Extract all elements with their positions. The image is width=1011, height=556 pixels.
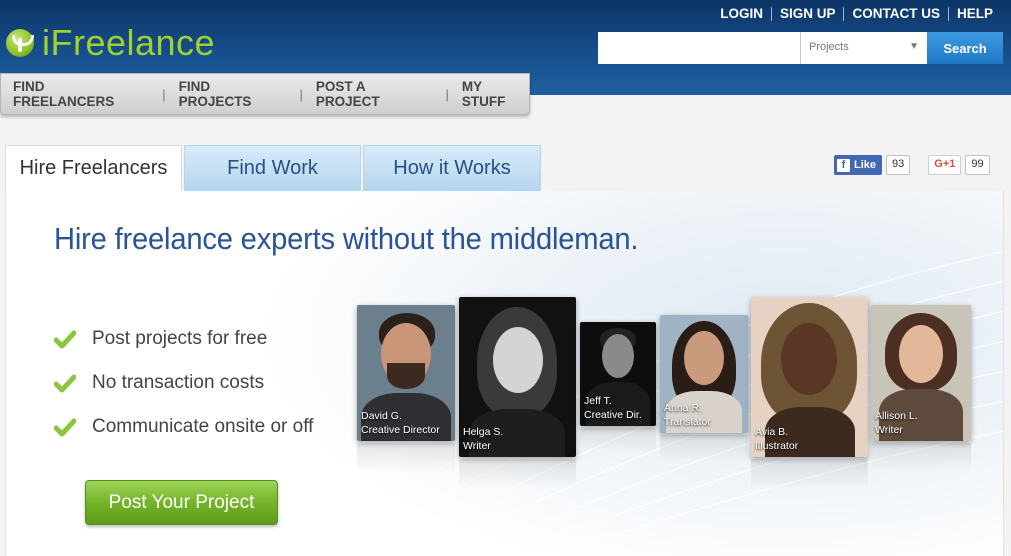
- nav-separator: |: [445, 86, 449, 102]
- freelancer-role: Illustrator: [755, 440, 799, 452]
- freelancer-role: Writer: [875, 424, 903, 436]
- portrait-face: [899, 325, 943, 383]
- freelancer-card[interactable]: David G. Creative Director: [357, 305, 455, 441]
- portrait-beard: [387, 363, 425, 389]
- google-plus-button[interactable]: G+1: [928, 155, 962, 175]
- hero-panel: Hire freelance experts without the middl…: [5, 191, 1004, 556]
- freelancer-name: Jeff T.: [584, 395, 612, 407]
- checkmark-icon: [54, 330, 76, 349]
- facebook-like-button[interactable]: f Like: [834, 155, 883, 175]
- dropdown-caret-icon: ▼: [909, 41, 919, 52]
- tab-hire-freelancers[interactable]: Hire Freelancers: [5, 145, 182, 191]
- signup-link[interactable]: SIGN UP: [772, 6, 844, 21]
- search-category-value: Projects: [809, 41, 849, 53]
- login-link[interactable]: LOGIN: [712, 6, 771, 21]
- help-link[interactable]: HELP: [949, 6, 1001, 21]
- logo-mark-icon: [6, 29, 34, 57]
- freelancer-card[interactable]: Allison L. Writer: [871, 305, 971, 441]
- social-buttons: f Like 93 G+1 99: [834, 155, 990, 175]
- top-links: LOGIN SIGN UP CONTACT US HELP: [712, 6, 1001, 21]
- brand-name: iFreelance: [42, 22, 216, 63]
- freelancer-caption: Avia B. Illustrator: [755, 425, 798, 453]
- nav-my-stuff[interactable]: MY STUFF: [462, 79, 529, 109]
- feature-label: Communicate onsite or off: [92, 416, 314, 437]
- freelancer-caption: Helga S. Writer: [463, 425, 503, 453]
- freelancer-name: David G.: [361, 410, 402, 422]
- freelancer-caption: David G. Creative Director: [361, 409, 440, 437]
- portrait-reflection: [871, 443, 971, 471]
- freelancer-card[interactable]: Avia B. Illustrator: [751, 297, 868, 457]
- freelancer-card[interactable]: Helga S. Writer: [459, 297, 576, 457]
- search-category-select[interactable]: Projects ▼: [800, 32, 927, 64]
- freelancer-name: Anna R.: [664, 402, 702, 414]
- freelancer-caption: Anna R. Translator: [664, 401, 711, 429]
- freelancer-name: Avia B.: [755, 426, 789, 438]
- portrait-reflection: [459, 459, 576, 489]
- portrait-reflection: [751, 459, 868, 489]
- feature-list: Post projects for free No transaction co…: [54, 317, 313, 449]
- portrait-face: [684, 331, 724, 385]
- portrait-reflection: [660, 435, 748, 461]
- search-bar: Projects ▼ Search: [598, 32, 1003, 64]
- nav-find-freelancers[interactable]: FIND FREELANCERS: [13, 79, 149, 109]
- search-button[interactable]: Search: [927, 32, 1003, 64]
- freelancer-role: Translator: [664, 416, 711, 428]
- portrait-face: [602, 334, 634, 378]
- tab-find-work[interactable]: Find Work: [184, 145, 361, 191]
- contact-link[interactable]: CONTACT US: [844, 6, 948, 21]
- nav-separator: |: [299, 86, 303, 102]
- feature-label: No transaction costs: [92, 372, 265, 393]
- tab-how-it-works[interactable]: How it Works: [363, 145, 541, 191]
- freelancer-caption: Allison L. Writer: [875, 409, 918, 437]
- nav-separator: |: [162, 86, 166, 102]
- like-label: Like: [854, 159, 877, 171]
- main-nav: FIND FREELANCERS | FIND PROJECTS | POST …: [0, 73, 530, 115]
- freelancer-card[interactable]: Anna R. Translator: [660, 315, 748, 433]
- feature-item: Post projects for free: [54, 317, 313, 361]
- checkmark-icon: [54, 418, 76, 437]
- nav-find-projects[interactable]: FIND PROJECTS: [179, 79, 287, 109]
- portrait-reflection: [580, 428, 656, 452]
- portrait-face: [781, 323, 837, 395]
- hero-tabs: Hire Freelancers Find Work How it Works: [5, 145, 543, 191]
- freelancer-name: Helga S.: [463, 426, 504, 438]
- portrait-face: [493, 327, 543, 393]
- freelancer-name: Allison L.: [875, 410, 918, 422]
- hero-headline: Hire freelance experts without the middl…: [54, 221, 639, 256]
- feature-label: Post projects for free: [92, 328, 268, 349]
- post-your-project-button[interactable]: Post Your Project: [85, 480, 278, 525]
- freelancer-role: Creative Director: [361, 424, 440, 436]
- feature-item: Communicate onsite or off: [54, 405, 313, 449]
- like-count: 93: [886, 155, 911, 175]
- freelancer-role: Creative Dir.: [584, 409, 642, 421]
- freelancer-role: Writer: [463, 440, 491, 452]
- facebook-icon: f: [837, 158, 850, 172]
- checkmark-icon: [54, 374, 76, 393]
- search-input[interactable]: [598, 32, 800, 64]
- freelancer-card[interactable]: Jeff T. Creative Dir.: [580, 322, 656, 426]
- gplus-count: 99: [965, 155, 990, 175]
- feature-item: No transaction costs: [54, 361, 313, 405]
- portrait-reflection: [357, 443, 455, 473]
- nav-post-project[interactable]: POST A PROJECT: [316, 79, 433, 109]
- freelancer-caption: Jeff T. Creative Dir.: [584, 394, 642, 422]
- brand-logo[interactable]: iFreelance: [6, 22, 215, 64]
